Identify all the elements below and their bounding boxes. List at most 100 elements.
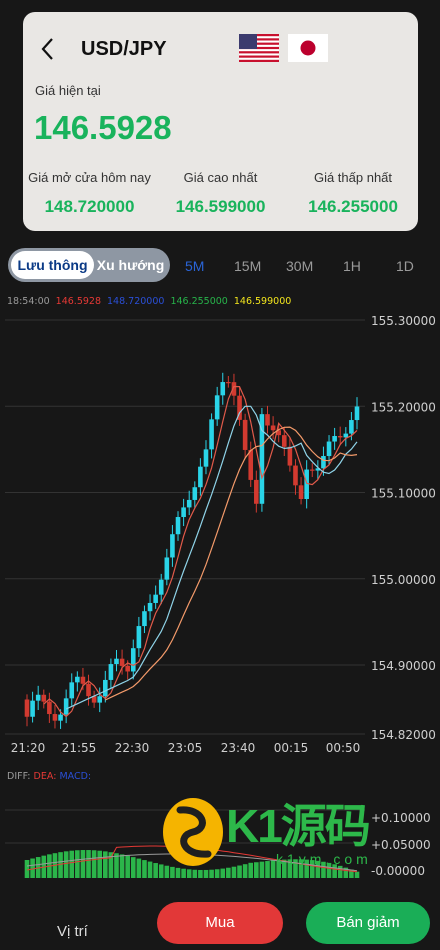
macd-histogram-bar	[337, 865, 343, 878]
macd-histogram-bar	[142, 860, 147, 878]
candle-body	[332, 436, 337, 442]
candle-body	[309, 469, 315, 471]
macd-histogram-bar	[181, 868, 186, 878]
macd-histogram-bar	[75, 850, 80, 878]
candle-body	[254, 479, 259, 504]
candle-body	[192, 487, 198, 500]
candle-body	[209, 419, 214, 450]
watermark-text: K1源码	[226, 800, 371, 852]
candle-body	[142, 611, 147, 627]
macd-histogram-bar	[209, 869, 214, 878]
macd-dea-label: DEA:	[33, 771, 57, 782]
macd-histogram-bar	[259, 861, 265, 878]
candle-body	[326, 441, 332, 457]
candle-body	[281, 435, 287, 447]
candle-body	[69, 682, 75, 699]
x-tick-label: 23:40	[221, 741, 256, 755]
macd-diff-label: DIFF:	[7, 771, 31, 782]
macd-histogram-bar	[198, 869, 203, 878]
watermark-subtext: k1ym.com	[276, 851, 372, 867]
x-tick-label: 21:55	[62, 741, 97, 755]
candle-body	[153, 594, 158, 603]
macd-histogram-bar	[136, 858, 142, 878]
candle-body	[293, 465, 298, 486]
y-tick-label: 155.20000	[371, 400, 436, 414]
candle-body	[130, 648, 136, 672]
macd-histogram-bar	[354, 871, 360, 878]
macd-histogram-bar	[231, 866, 237, 878]
y-tick-label: 155.10000	[371, 487, 436, 501]
macd-histogram-bar	[91, 850, 97, 878]
x-tick-label: 00:50	[326, 741, 361, 755]
candle-body	[47, 701, 52, 715]
macd-y-tick-label: -0.00000	[371, 864, 425, 878]
candle-body	[80, 676, 86, 684]
candle-body	[58, 714, 63, 721]
macd-histogram-bar	[119, 854, 125, 878]
macd-histogram-bar	[130, 857, 136, 878]
candle-body	[203, 449, 209, 467]
candle-body	[86, 683, 91, 697]
buy-button[interactable]: Mua	[157, 902, 283, 944]
macd-histogram-bar	[125, 855, 130, 878]
candle-body	[75, 676, 80, 683]
candlestick-chart[interactable]: 155.30000 155.20000 155.10000 155.00000 154.…	[0, 0, 440, 890]
candle-body	[52, 714, 58, 721]
candle-body	[125, 665, 130, 672]
macd-y-tick-label: +0.10000	[371, 811, 431, 825]
candle-body	[147, 602, 153, 612]
y-tick-label: 155.00000	[371, 573, 436, 587]
macd-histogram-bar	[220, 868, 226, 878]
macd-histogram-bar	[69, 850, 75, 878]
macd-legend: DIFF: DEA: MACD:	[7, 771, 91, 782]
candle-body	[114, 658, 119, 665]
macd-histogram-bar	[24, 860, 30, 878]
macd-histogram-bar	[242, 864, 248, 878]
macd-histogram-bar	[103, 851, 108, 878]
candle-body	[270, 425, 276, 431]
macd-histogram-bar	[248, 862, 254, 878]
macd-macd-label: MACD:	[59, 771, 92, 782]
candle-body	[349, 420, 354, 434]
candle-body	[108, 664, 114, 680]
sell-button[interactable]: Bán giảm	[306, 902, 430, 944]
candle-body	[220, 382, 226, 396]
candle-body	[337, 436, 343, 438]
candle-body	[119, 658, 125, 666]
candle-body	[242, 419, 248, 450]
candle-body	[287, 446, 293, 466]
candle-body	[164, 557, 170, 580]
candle-body	[321, 456, 326, 469]
position-button[interactable]: Vị trí	[57, 923, 88, 940]
watermark-logo-icon	[163, 798, 223, 866]
candle-body	[226, 382, 231, 384]
candle-body	[186, 499, 192, 508]
y-tick-label: 154.90000	[371, 659, 436, 673]
candle-body	[248, 449, 254, 480]
macd-histogram-bar	[80, 850, 86, 878]
macd-histogram-bar	[86, 850, 91, 878]
macd-histogram-bar	[192, 869, 198, 878]
macd-histogram-bar	[270, 860, 276, 878]
y-tick-label: 154.82000	[371, 728, 436, 742]
candle-body	[298, 485, 304, 500]
candle-body	[41, 694, 47, 702]
candle-body	[136, 626, 142, 649]
candle-body	[175, 517, 181, 535]
candle-body	[198, 466, 203, 488]
candle-body	[30, 700, 35, 717]
macd-histogram-bar	[147, 861, 153, 878]
candle-body	[265, 414, 270, 426]
candle-body	[343, 433, 349, 438]
y-tick-label: 155.30000	[371, 314, 436, 328]
candle-body	[214, 395, 220, 420]
macd-histogram-bar	[58, 852, 63, 878]
macd-histogram-bar	[265, 861, 270, 878]
macd-y-tick-label: +0.05000	[371, 838, 431, 852]
candle-body	[24, 699, 30, 717]
x-tick-label: 21:20	[11, 741, 46, 755]
macd-histogram-bar	[97, 850, 103, 878]
macd-histogram-bar	[114, 853, 119, 878]
ma-line-short	[43, 385, 358, 718]
candle-body	[170, 534, 175, 558]
